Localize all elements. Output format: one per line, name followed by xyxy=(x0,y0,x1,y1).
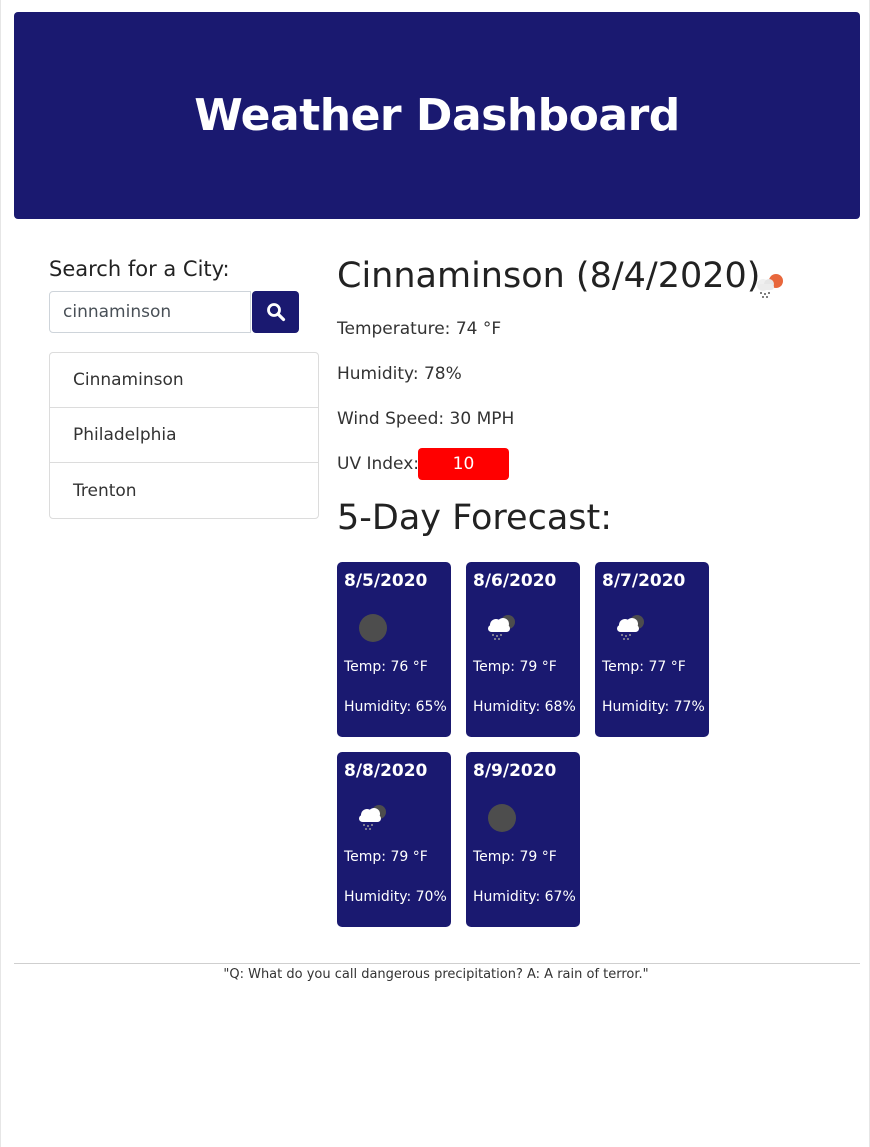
forecast-humidity: Humidity: 77% xyxy=(602,699,705,715)
forecast-date: 8/5/2020 xyxy=(344,571,428,591)
history-item-trenton[interactable]: Trenton xyxy=(50,463,318,518)
forecast-date: 8/6/2020 xyxy=(473,571,557,591)
forecast-card: 8/9/2020 Temp: 79 °F Humidity: 67% xyxy=(466,752,580,927)
forecast-temp: Temp: 76 °F xyxy=(344,659,428,675)
forecast-date: 8/8/2020 xyxy=(344,761,428,781)
forecast-humidity: Humidity: 70% xyxy=(344,889,447,905)
forecast-card: 8/7/2020 Temp: 77 °F Humidity: 77% xyxy=(595,562,709,737)
forecast-humidity: Humidity: 67% xyxy=(473,889,576,905)
clear-night-icon xyxy=(353,610,393,654)
forecast-temp: Temp: 79 °F xyxy=(473,659,557,675)
forecast-title: 5-Day Forecast: xyxy=(337,498,613,538)
history-item-cinnaminson[interactable]: Cinnaminson xyxy=(50,353,318,408)
footer-quote: "Q: What do you call dangerous precipita… xyxy=(223,967,649,982)
forecast-humidity: Humidity: 68% xyxy=(473,699,576,715)
rain-cloud-icon xyxy=(353,800,393,844)
current-wind-speed: Wind Speed: 30 MPH xyxy=(337,409,515,429)
forecast-card: 8/5/2020 Temp: 76 °F Humidity: 65% xyxy=(337,562,451,737)
clear-night-icon xyxy=(482,800,522,844)
history-item-philadelphia[interactable]: Philadelphia xyxy=(50,408,318,463)
page-header: Weather Dashboard xyxy=(14,12,860,219)
current-humidity: Humidity: 78% xyxy=(337,364,462,384)
uv-index-badge: 10 xyxy=(418,448,509,480)
forecast-date: 8/7/2020 xyxy=(602,571,686,591)
rain-cloud-icon xyxy=(611,610,651,654)
rain-cloud-icon xyxy=(482,610,522,654)
forecast-date: 8/9/2020 xyxy=(473,761,557,781)
uv-index-label: UV Index: xyxy=(337,454,420,474)
footer-divider xyxy=(14,963,860,964)
search-label: Search for a City: xyxy=(49,257,230,281)
forecast-temp: Temp: 79 °F xyxy=(473,849,557,865)
page-title: Weather Dashboard xyxy=(194,90,680,141)
forecast-card: 8/6/2020 Temp: 79 °F Humidity: 68% xyxy=(466,562,580,737)
search-history-list: Cinnaminson Philadelphia Trenton xyxy=(49,352,319,519)
city-search-input[interactable] xyxy=(49,291,251,333)
forecast-temp: Temp: 79 °F xyxy=(344,849,428,865)
forecast-temp: Temp: 77 °F xyxy=(602,659,686,675)
current-city-title: Cinnaminson (8/4/2020) xyxy=(337,256,761,296)
light-rain-sun-icon xyxy=(751,268,785,307)
forecast-humidity: Humidity: 65% xyxy=(344,699,447,715)
search-button[interactable] xyxy=(252,291,299,333)
search-icon xyxy=(266,303,285,322)
current-temperature: Temperature: 74 °F xyxy=(337,319,502,339)
forecast-card: 8/8/2020 Temp: 79 °F Humidity: 70% xyxy=(337,752,451,927)
